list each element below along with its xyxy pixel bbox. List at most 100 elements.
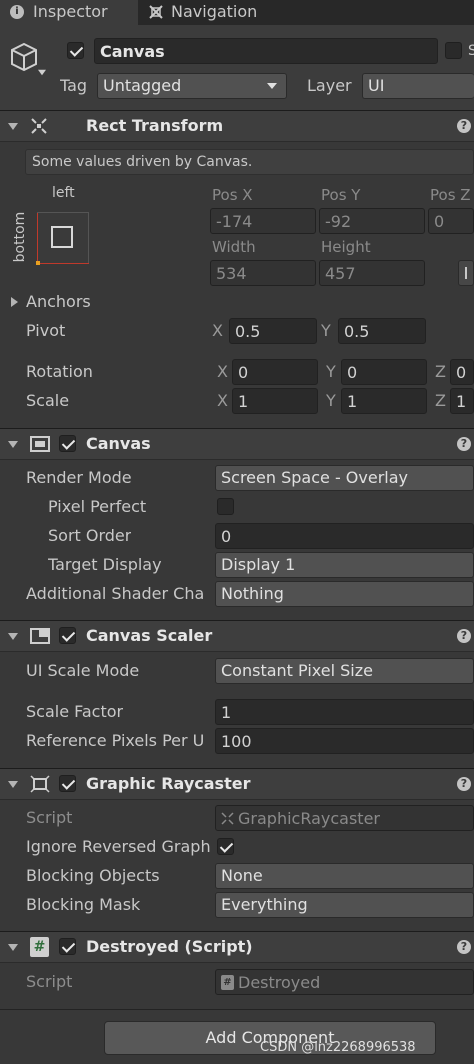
target-display-label: Target Display bbox=[48, 555, 162, 574]
tag-value: Untagged bbox=[103, 76, 182, 95]
ignore-reversed-graphics-label: Ignore Reversed Graph bbox=[26, 837, 211, 856]
height-field[interactable]: 457 bbox=[319, 260, 425, 286]
foldout-arrow-icon[interactable] bbox=[8, 944, 18, 951]
reference-pixels-per-unit-label: Reference Pixels Per U bbox=[26, 731, 205, 750]
pivot-x-field[interactable]: 0.5 bbox=[229, 318, 317, 344]
destroyed-script-value: Destroyed bbox=[238, 973, 321, 992]
target-display-dropdown[interactable]: Display 1 bbox=[215, 552, 474, 578]
help-icon[interactable]: ? bbox=[457, 629, 471, 643]
graphic-raycaster-header[interactable]: Graphic Raycaster ? bbox=[0, 768, 474, 800]
layer-label: Layer bbox=[307, 76, 352, 95]
foldout-arrow-icon[interactable] bbox=[8, 441, 18, 448]
blocking-mask-label: Blocking Mask bbox=[26, 895, 141, 914]
tag-label: Tag bbox=[60, 76, 88, 95]
gameobject-cube-icon[interactable] bbox=[8, 41, 40, 73]
help-icon[interactable]: ? bbox=[457, 437, 471, 451]
graphic-raycaster-enabled-checkbox[interactable] bbox=[59, 775, 76, 792]
canvas-icon bbox=[30, 436, 50, 452]
canvas-scaler-header[interactable]: Canvas Scaler ? bbox=[0, 620, 474, 652]
pos-y-field[interactable]: -92 bbox=[319, 208, 425, 234]
canvas-scaler-enabled-checkbox[interactable] bbox=[59, 627, 76, 644]
pixel-perfect-label: Pixel Perfect bbox=[48, 497, 147, 516]
raycaster-script-value: GraphicRaycaster bbox=[238, 809, 380, 828]
destroyed-script-title: Destroyed (Script) bbox=[86, 937, 253, 956]
scale-z-axis: Z bbox=[435, 391, 446, 410]
ui-scale-mode-label: UI Scale Mode bbox=[26, 661, 140, 680]
rect-transform-title: Rect Transform bbox=[86, 116, 224, 135]
additional-shader-channels-dropdown[interactable]: Nothing bbox=[215, 581, 474, 607]
active-checkbox[interactable] bbox=[67, 42, 84, 59]
scale-factor-label: Scale Factor bbox=[26, 702, 124, 721]
tag-dropdown[interactable]: Untagged bbox=[97, 73, 287, 99]
ui-scale-mode-dropdown[interactable]: Constant Pixel Size bbox=[215, 658, 474, 684]
additional-shader-channels-value: Nothing bbox=[221, 584, 284, 603]
anchors-foldout-icon[interactable] bbox=[11, 297, 18, 307]
anchor-line-bottom bbox=[37, 263, 89, 264]
tab-navigation-label: Navigation bbox=[171, 2, 258, 21]
rotation-y-field[interactable]: 0 bbox=[341, 359, 427, 385]
pos-x-label: Pos X bbox=[212, 186, 253, 204]
rotation-x-field[interactable]: 0 bbox=[232, 359, 318, 385]
rotation-y-axis: Y bbox=[326, 362, 336, 381]
rotation-z-field[interactable]: 0 bbox=[450, 359, 474, 385]
divider bbox=[0, 1009, 474, 1010]
static-checkbox[interactable] bbox=[445, 42, 462, 59]
blocking-mask-dropdown[interactable]: Everything bbox=[215, 892, 474, 918]
pivot-y-axis: Y bbox=[321, 321, 331, 340]
blocking-objects-label: Blocking Objects bbox=[26, 866, 160, 885]
canvas-title: Canvas bbox=[86, 434, 151, 453]
anchor-vertical-label: bottom bbox=[12, 211, 28, 263]
destroyed-script-label: Script bbox=[26, 972, 73, 991]
canvas-enabled-checkbox[interactable] bbox=[59, 435, 76, 452]
watermark-text: CSDN @lnz2268996538 bbox=[260, 1040, 416, 1055]
anchor-point bbox=[36, 261, 40, 265]
scale-x-field[interactable]: 1 bbox=[232, 388, 318, 414]
help-icon[interactable]: ? bbox=[457, 777, 471, 791]
destroyed-script-header[interactable]: # Destroyed (Script) ? bbox=[0, 931, 474, 963]
blueprint-raw-button[interactable] bbox=[458, 260, 474, 286]
rotation-x-axis: X bbox=[217, 362, 228, 381]
destroyed-script-field[interactable]: # Destroyed bbox=[215, 969, 474, 995]
anchor-preset-button[interactable] bbox=[36, 212, 89, 265]
foldout-arrow-icon[interactable] bbox=[8, 781, 18, 788]
sort-order-field[interactable]: 0 bbox=[215, 523, 474, 549]
tab-navigation[interactable]: Navigation bbox=[140, 0, 290, 25]
pos-x-field[interactable]: -174 bbox=[210, 208, 316, 234]
pivot-y-field[interactable]: 0.5 bbox=[338, 318, 426, 344]
tab-inspector[interactable]: i Inspector bbox=[0, 0, 138, 25]
scale-y-field[interactable]: 1 bbox=[341, 388, 427, 414]
width-field[interactable]: 534 bbox=[210, 260, 316, 286]
rect-transform-header[interactable]: Rect Transform ? bbox=[0, 110, 474, 142]
scale-z-field[interactable]: 1 bbox=[450, 388, 474, 414]
pivot-x-axis: X bbox=[212, 321, 223, 340]
anchors-label[interactable]: Anchors bbox=[26, 290, 91, 314]
canvas-header[interactable]: Canvas ? bbox=[0, 428, 474, 460]
reference-pixels-per-unit-field[interactable]: 100 bbox=[215, 728, 474, 754]
render-mode-dropdown[interactable]: Screen Space - Overlay bbox=[215, 465, 474, 491]
help-icon[interactable]: ? bbox=[457, 940, 471, 954]
foldout-arrow-icon[interactable] bbox=[8, 633, 18, 640]
object-name-input[interactable]: Canvas bbox=[94, 38, 438, 64]
target-display-value: Display 1 bbox=[221, 555, 296, 574]
tab-bar: i Inspector Navigation bbox=[0, 0, 474, 25]
rotation-label: Rotation bbox=[26, 362, 93, 381]
blocking-objects-dropdown[interactable]: None bbox=[215, 863, 474, 889]
pixel-perfect-checkbox[interactable] bbox=[217, 498, 234, 515]
destroyed-enabled-checkbox[interactable] bbox=[59, 938, 76, 955]
raycaster-script-field[interactable]: GraphicRaycaster bbox=[215, 805, 474, 831]
foldout-arrow-icon[interactable] bbox=[8, 123, 18, 130]
anchor-preset-icon bbox=[51, 226, 73, 248]
scale-factor-field[interactable]: 1 bbox=[215, 699, 474, 725]
pos-z-field[interactable]: 0 bbox=[428, 208, 474, 234]
ignore-reversed-graphics-checkbox[interactable] bbox=[217, 838, 234, 855]
icon-dropdown-arrow[interactable] bbox=[38, 69, 46, 76]
scale-label: Scale bbox=[26, 391, 70, 410]
help-icon[interactable]: ? bbox=[457, 119, 471, 133]
scale-x-axis: X bbox=[217, 391, 228, 410]
script-file-icon: # bbox=[221, 975, 234, 990]
pivot-label: Pivot bbox=[26, 321, 66, 340]
raycaster-script-label: Script bbox=[26, 808, 73, 827]
chevron-down-icon bbox=[267, 83, 277, 89]
layer-dropdown[interactable]: UI bbox=[362, 73, 474, 99]
pos-y-label: Pos Y bbox=[321, 186, 361, 204]
